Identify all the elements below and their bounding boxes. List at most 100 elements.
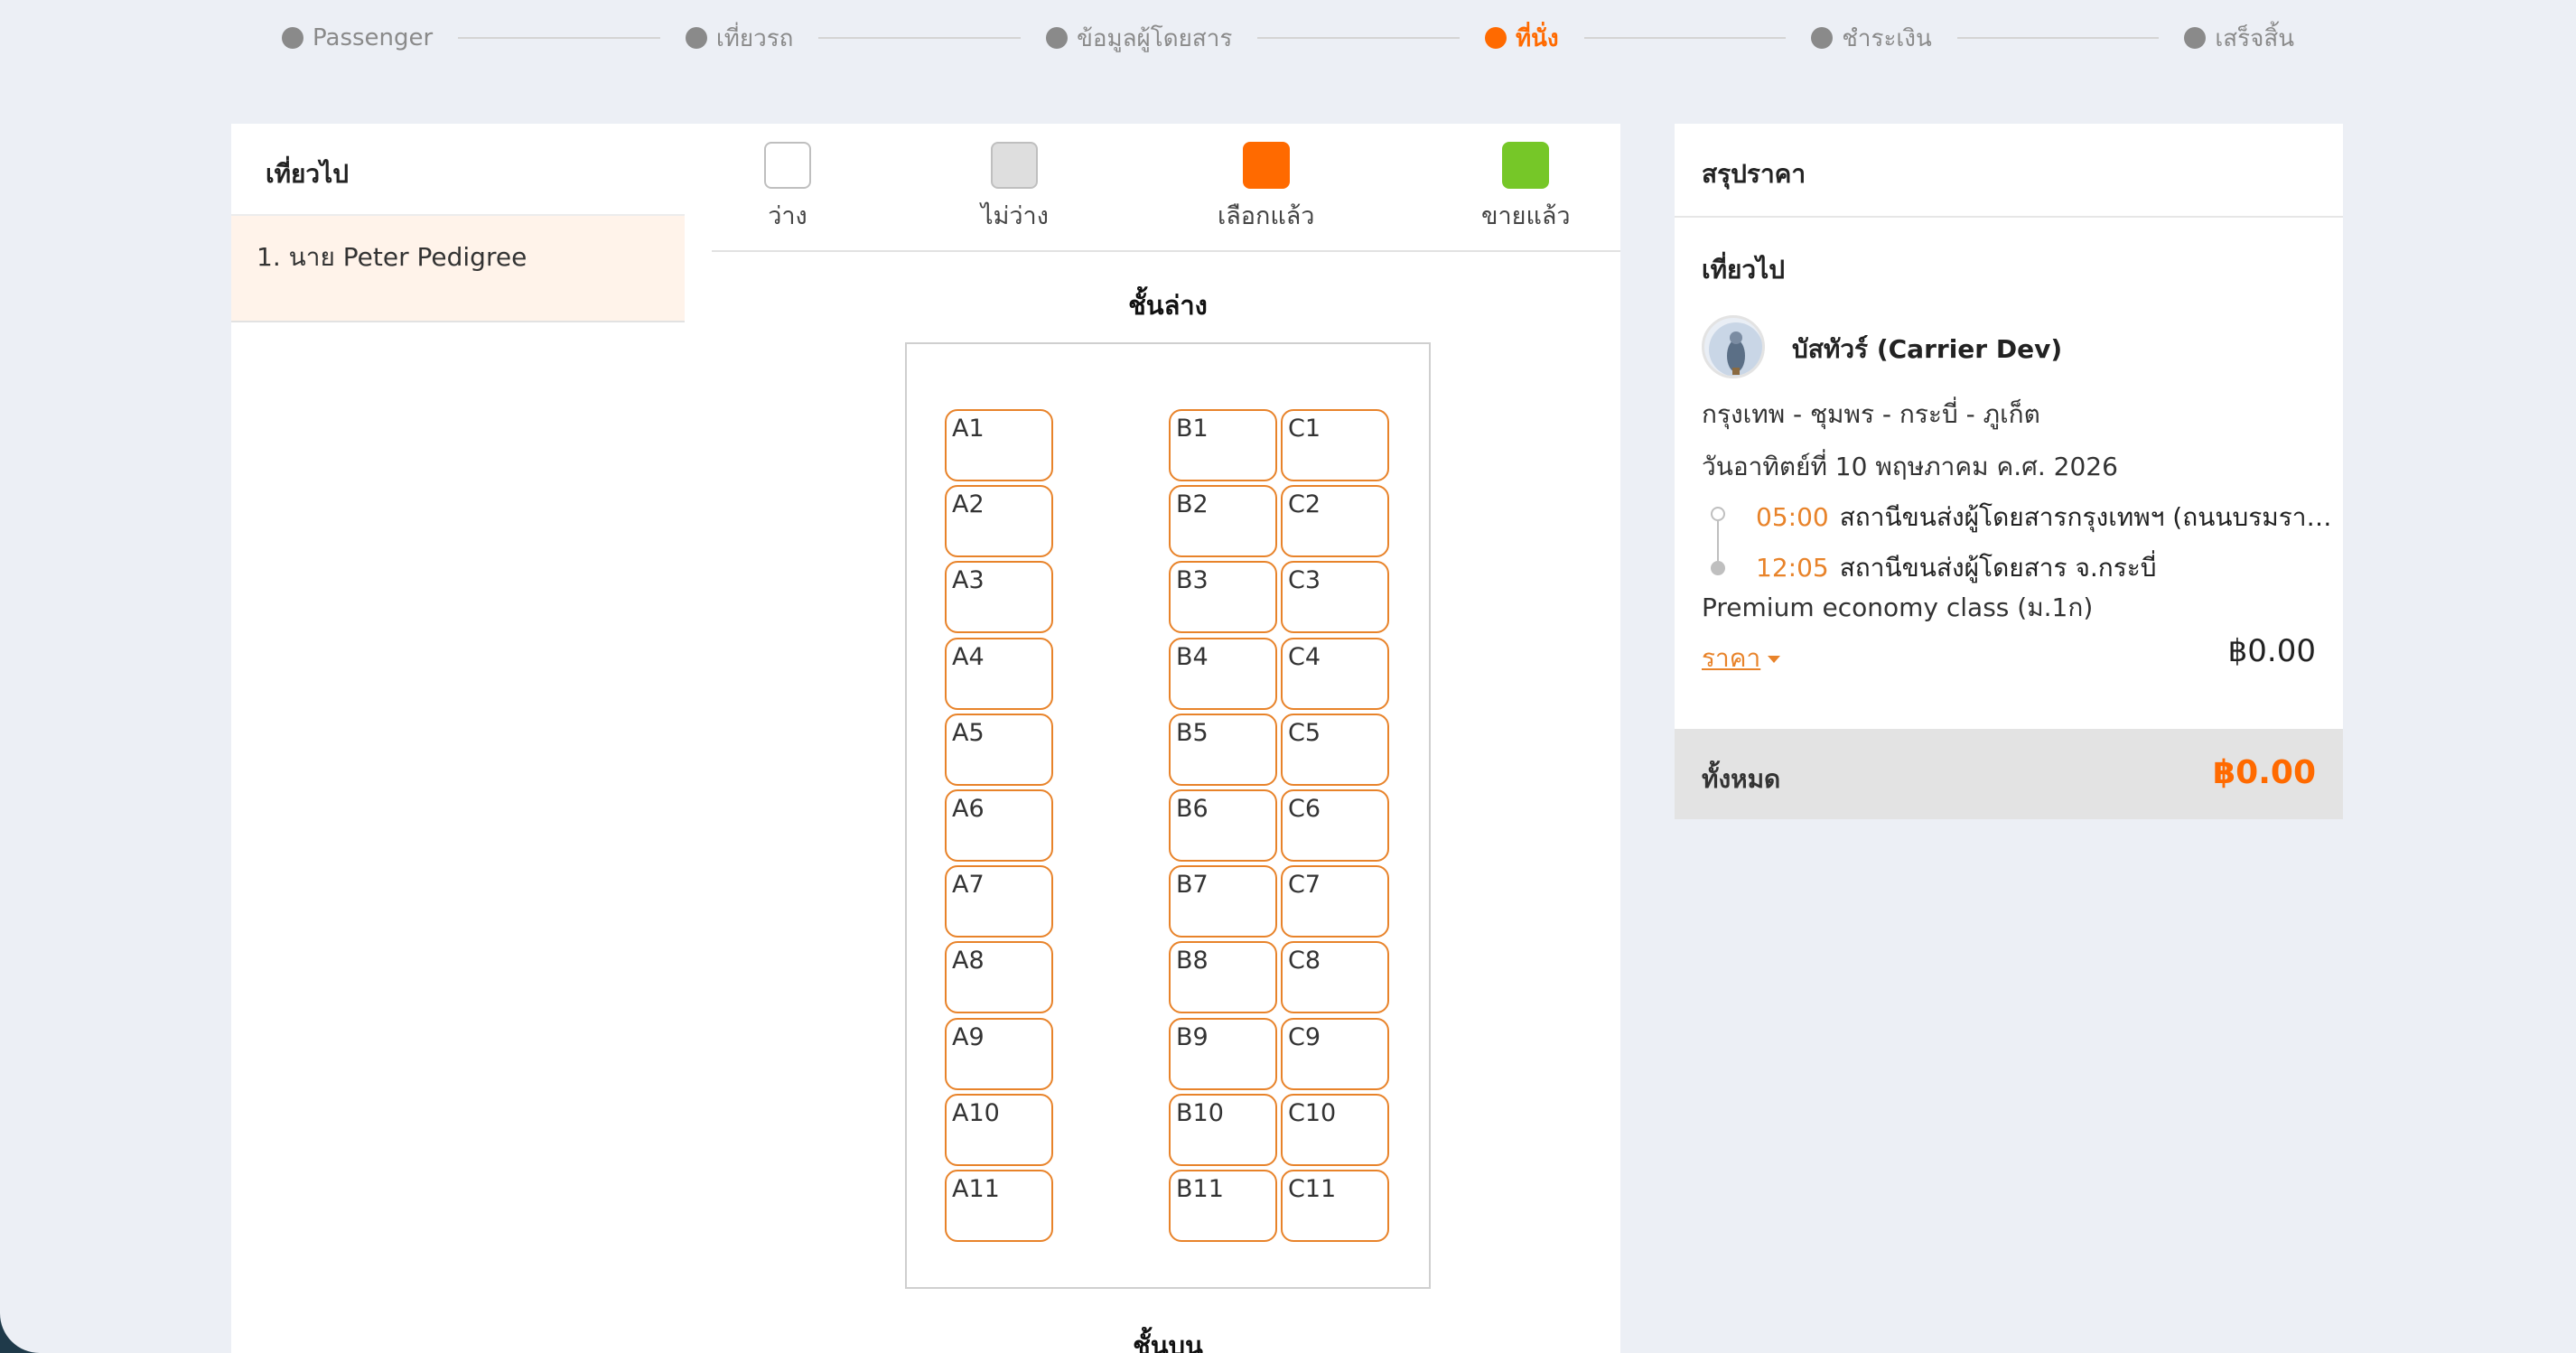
summary-heading: สรุปราคา [1675, 124, 2343, 218]
lower-deck-title: ชั้นล่าง [1128, 290, 1208, 321]
step-label: Passenger [313, 24, 434, 51]
step-connector [1257, 37, 1460, 39]
step-label: เสร็จสิ้น [2215, 24, 2295, 52]
seat-c2[interactable]: C2 [1281, 485, 1389, 557]
step-passenger: Passenger [282, 24, 433, 51]
route: กรุงเทพ - ชุมพร - กระบี่ - ภูเก็ต [1702, 399, 2040, 429]
legend-sold: ขายแล้ว [1481, 142, 1571, 235]
seat-a1[interactable]: A1 [945, 409, 1053, 481]
travel-date: วันอาทิตย์ที่ 10 พฤษภาคม ค.ศ. 2026 [1702, 452, 2118, 481]
seat-b3[interactable]: B3 [1169, 561, 1277, 633]
step-label: เที่ยวรถ [715, 24, 794, 52]
seat-c7[interactable]: C7 [1281, 865, 1389, 938]
step-label: ที่นั่ง [1515, 24, 1559, 52]
seat-a8[interactable]: A8 [945, 941, 1053, 1013]
step-dot-icon [1484, 27, 1507, 49]
passenger-panel: เที่ยวไป 1. นาย Peter Pedigree [231, 124, 685, 322]
seat-a3[interactable]: A3 [945, 561, 1053, 633]
legend-label: เลือกแล้ว [1218, 202, 1315, 230]
seat-c11[interactable]: C11 [1281, 1170, 1389, 1242]
operator-name: บัสทัวร์ (Carrier Dev) [1792, 334, 2063, 364]
seat-a11[interactable]: A11 [945, 1170, 1053, 1242]
timeline-end-dot [1711, 561, 1725, 575]
step-dot-icon [685, 27, 707, 49]
seat-b4[interactable]: B4 [1169, 638, 1277, 710]
legend-label: ว่าง [768, 202, 807, 230]
step-trip: เที่ยวรถ [685, 20, 794, 57]
seat-c9[interactable]: C9 [1281, 1018, 1389, 1090]
step-dot-icon [1811, 27, 1834, 49]
seat-a6[interactable]: A6 [945, 789, 1053, 862]
step-passenger-info: ข้อมูลผู้โดยสาร [1046, 20, 1232, 57]
total-bar: ทั้งหมด ฿0.00 [1675, 729, 2343, 819]
seat-c10[interactable]: C10 [1281, 1094, 1389, 1166]
seat-a5[interactable]: A5 [945, 714, 1053, 786]
seat-b10[interactable]: B10 [1169, 1094, 1277, 1166]
step-connector [1583, 37, 1787, 39]
step-dot-icon [1046, 27, 1069, 49]
legend-label: ไม่ว่าง [981, 202, 1049, 230]
seat-b2[interactable]: B2 [1169, 485, 1277, 557]
seat-c4[interactable]: C4 [1281, 638, 1389, 710]
step-payment: ชำระเงิน [1811, 20, 1932, 57]
step-label: ข้อมูลผู้โดยสาร [1077, 24, 1233, 52]
arrival-stop: 12:05 สถานีขนส่งผู้โดยสาร จ.กระบี่ [1756, 548, 2334, 588]
legend-available: ว่าง [764, 142, 811, 235]
seat-b11[interactable]: B11 [1169, 1170, 1277, 1242]
step-dot-icon [2184, 27, 2207, 49]
seat-selection-card: เที่ยวไป 1. นาย Peter Pedigree ว่าง ไม่ว… [231, 124, 1620, 1353]
timeline-start-dot [1711, 507, 1725, 521]
step-connector [818, 37, 1022, 39]
summary-trip-label: เที่ยวไป [1702, 255, 1786, 285]
lower-deck: A1 B1 C1 A2 B2 C2 A3 B3 C3 A4 B4 C4 A5 B5 C5 A6 B6 C6 A7 B7… [905, 342, 1431, 1289]
legend-unavailable: ไม่ว่าง [981, 142, 1049, 235]
seat-b1[interactable]: B1 [1169, 409, 1277, 481]
seat-a7[interactable]: A7 [945, 865, 1053, 938]
legend-selected-swatch [1242, 142, 1290, 189]
step-dot-icon [282, 27, 303, 49]
step-seat: ที่นั่ง [1484, 20, 1559, 57]
operator-logo-icon [1709, 322, 1762, 376]
seat-c6[interactable]: C6 [1281, 789, 1389, 862]
step-label: ชำระเงิน [1842, 24, 1932, 52]
seat-a2[interactable]: A2 [945, 485, 1053, 557]
seat-c1[interactable]: C1 [1281, 409, 1389, 481]
seat-b5[interactable]: B5 [1169, 714, 1277, 786]
legend-available-swatch [764, 142, 811, 189]
departure-stop: 05:00 สถานีขนส่งผู้โดยสารกรุงเทพฯ (ถนนบรม… [1756, 498, 2334, 537]
page: Passenger เที่ยวรถ ข้อมูลผู้โดยสาร ที่นั… [0, 0, 2576, 1353]
caret-down-icon [1768, 656, 1781, 663]
trip-heading: เที่ยวไป [231, 124, 685, 216]
seat-a9[interactable]: A9 [945, 1018, 1053, 1090]
legend-sold-swatch [1502, 142, 1550, 189]
seat-c5[interactable]: C5 [1281, 714, 1389, 786]
price-toggle[interactable]: ราคา [1702, 639, 1781, 678]
departure-station: สถานีขนส่งผู้โดยสารกรุงเทพฯ (ถนนบรมราชช.… [1839, 502, 2334, 532]
seat-class: Premium economy class (ม.1ก) [1702, 593, 2094, 622]
seat-legend: ว่าง ไม่ว่าง เลือกแล้ว ขายแล้ว [712, 124, 1620, 252]
departure-time: 05:00 [1756, 502, 1829, 532]
price-value: ฿0.00 [2227, 633, 2316, 669]
price-label: ราคา [1702, 643, 1761, 673]
booking-stepper: Passenger เที่ยวรถ ข้อมูลผู้โดยสาร ที่นั… [282, 16, 2294, 60]
seat-c3[interactable]: C3 [1281, 561, 1389, 633]
timeline-icon [1711, 507, 1729, 579]
seat-b9[interactable]: B9 [1169, 1018, 1277, 1090]
arrival-station: สถานีขนส่งผู้โดยสาร จ.กระบี่ [1839, 553, 2157, 583]
seat-b7[interactable]: B7 [1169, 865, 1277, 938]
step-connector [458, 37, 660, 39]
seat-c8[interactable]: C8 [1281, 941, 1389, 1013]
seat-a10[interactable]: A10 [945, 1094, 1053, 1166]
legend-selected: เลือกแล้ว [1218, 142, 1314, 235]
operator-avatar [1702, 315, 1765, 378]
timeline-line [1717, 521, 1719, 561]
seat-a4[interactable]: A4 [945, 638, 1053, 710]
step-connector [1956, 37, 2160, 39]
price-summary: สรุปราคา เที่ยวไป บัสทัวร์ (Carrier Dev)… [1675, 124, 2343, 819]
total-value: ฿0.00 [2213, 754, 2316, 791]
seat-b8[interactable]: B8 [1169, 941, 1277, 1013]
passenger-item[interactable]: 1. นาย Peter Pedigree [231, 216, 685, 322]
seat-b6[interactable]: B6 [1169, 789, 1277, 862]
upper-deck-title: ชั้นบน [1133, 1330, 1203, 1353]
step-complete: เสร็จสิ้น [2184, 20, 2294, 57]
